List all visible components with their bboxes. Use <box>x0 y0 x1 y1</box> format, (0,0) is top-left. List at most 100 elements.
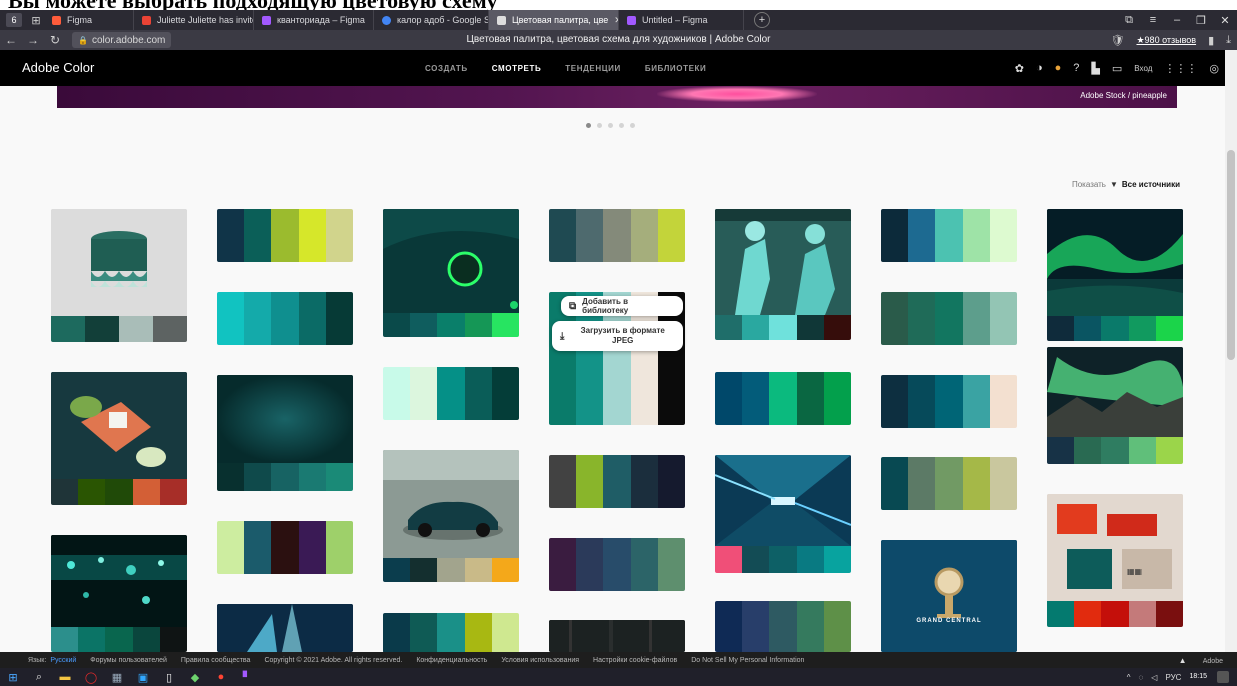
carousel-dot[interactable] <box>586 123 591 128</box>
color-theme-card[interactable] <box>549 209 685 262</box>
apps-grid-icon[interactable]: ⋮⋮⋮ <box>1164 62 1197 75</box>
color-theme-card[interactable] <box>1047 209 1183 341</box>
tab-create[interactable]: СОЗДАТЬ <box>425 64 468 73</box>
color-theme-card[interactable] <box>715 601 851 652</box>
volume-icon[interactable]: ◁ <box>1151 673 1157 682</box>
color-theme-card[interactable] <box>549 620 685 652</box>
tab-explore[interactable]: СМОТРЕТЬ <box>492 64 542 73</box>
color-theme-card[interactable] <box>383 367 519 420</box>
carousel-dot[interactable] <box>619 123 624 128</box>
color-theme-card[interactable] <box>217 209 353 262</box>
menu-icon[interactable]: ≡ <box>1141 14 1165 26</box>
windows-start-icon[interactable]: ⊞ <box>0 671 26 684</box>
color-theme-card[interactable] <box>881 292 1017 345</box>
carousel-dot[interactable] <box>608 123 613 128</box>
carousel-dot[interactable] <box>597 123 602 128</box>
bookmark-icon[interactable]: ▮ <box>1208 34 1214 47</box>
color-theme-card[interactable] <box>383 209 519 337</box>
new-tab-button[interactable]: + <box>754 12 770 28</box>
reviews-link[interactable]: ★980 отзывов <box>1136 35 1196 46</box>
color-wheel-icon[interactable]: ● <box>1055 62 1062 74</box>
help-icon[interactable]: ? <box>1073 62 1079 74</box>
color-theme-card[interactable] <box>217 521 353 574</box>
forward-arrow-icon[interactable]: → <box>22 33 44 47</box>
page-scrollbar[interactable] <box>1225 50 1237 652</box>
color-theme-card[interactable] <box>51 535 187 652</box>
scrollbar-thumb[interactable] <box>1227 150 1235 360</box>
contrast-icon[interactable]: ◑ <box>1036 62 1043 74</box>
chevron-up-icon[interactable]: ^ <box>1127 673 1131 682</box>
color-theme-card[interactable] <box>549 538 685 591</box>
footer-link-forums[interactable]: Форумы пользователей <box>90 657 167 664</box>
footer-link-privacy[interactable]: Конфиденциальность <box>416 657 487 664</box>
lang-indicator[interactable]: РУС <box>1165 673 1181 682</box>
search-icon[interactable]: ⌕ <box>26 671 52 684</box>
footer-link-terms[interactable]: Условия использования <box>501 657 579 664</box>
theme-image <box>383 209 519 313</box>
carousel-dot[interactable] <box>630 123 635 128</box>
yandex-browser-icon[interactable]: ● <box>208 671 234 683</box>
calculator-icon[interactable]: ▦ <box>104 671 130 684</box>
add-to-library-button[interactable]: ⧉ Добавить в библиотеку <box>561 296 683 316</box>
tab-untitled-figma[interactable]: Untitled – Figma <box>619 10 744 30</box>
back-arrow-icon[interactable]: ← <box>0 33 22 47</box>
photoshop-icon[interactable]: ▣ <box>130 671 156 684</box>
color-theme-card[interactable] <box>51 209 187 342</box>
document-icon[interactable]: ▯ <box>156 671 182 684</box>
tab-kvantoriada[interactable]: кванториада – Figma <box>254 10 374 30</box>
download-icon[interactable]: ⤓ <box>1226 34 1231 47</box>
color-theme-card[interactable] <box>217 292 353 345</box>
tab-adobe-color[interactable]: Цветовая палитра, цве ✕ <box>489 10 619 30</box>
settings-icon[interactable]: ✿ <box>1015 62 1024 75</box>
login-link[interactable]: Вход <box>1134 64 1152 73</box>
color-theme-card[interactable] <box>715 455 851 573</box>
color-theme-card[interactable] <box>881 209 1017 262</box>
color-theme-card[interactable] <box>715 372 851 425</box>
collections-icon[interactable]: ⧉ <box>1117 14 1141 27</box>
tabs-panel-icon[interactable]: ⊞ <box>28 13 44 27</box>
language-selector[interactable]: Русский <box>50 657 76 664</box>
color-theme-card[interactable] <box>715 209 851 340</box>
close-window-icon[interactable]: ✕ <box>1213 14 1237 27</box>
color-theme-card[interactable] <box>217 375 353 491</box>
color-theme-card[interactable] <box>217 604 353 652</box>
color-theme-card[interactable] <box>1047 347 1183 464</box>
opera-icon[interactable]: ◯ <box>78 671 104 684</box>
color-theme-card[interactable] <box>51 372 187 505</box>
download-jpeg-button[interactable]: ⤓ Загрузить в формате JPEG <box>552 321 683 351</box>
app-icon[interactable]: ◆ <box>182 671 208 684</box>
brand-logo[interactable]: Adobe Color <box>22 50 94 86</box>
color-theme-card[interactable] <box>881 375 1017 428</box>
tab-count-button[interactable]: 6 <box>6 13 22 27</box>
color-theme-card[interactable]: ▦▦ <box>1047 494 1183 627</box>
restore-icon[interactable]: ❐ <box>1189 14 1213 27</box>
footer-link-do-not-sell[interactable]: Do Not Sell My Personal Information <box>691 657 804 664</box>
footer-link-cookies[interactable]: Настройки cookie-файлов <box>593 657 677 664</box>
file-explorer-icon[interactable]: ▬ <box>52 671 78 683</box>
adobe-logo[interactable]: ▲ Adobe <box>1179 656 1223 665</box>
color-theme-card[interactable]: GRAND CENTRAL <box>881 540 1017 652</box>
source-filter[interactable]: Показать ▼ Все источники <box>1072 180 1180 189</box>
footer-link-guidelines[interactable]: Правила сообщества <box>181 657 251 664</box>
tab-gmail[interactable]: Juliette Juliette has invited <box>134 10 254 30</box>
reload-icon[interactable]: ↻ <box>44 33 66 47</box>
color-theme-card[interactable] <box>383 450 519 582</box>
tab-trends[interactable]: ТЕНДЕНЦИИ <box>565 64 621 73</box>
tab-google-search[interactable]: калор адоб - Google Sear <box>374 10 489 30</box>
library-icon[interactable]: ▙ <box>1091 62 1099 75</box>
color-theme-card[interactable] <box>881 457 1017 510</box>
minimize-icon[interactable]: – <box>1165 14 1189 26</box>
feedback-icon[interactable]: ▭ <box>1112 62 1122 75</box>
tab-libraries[interactable]: БИБЛИОТЕКИ <box>645 64 707 73</box>
hero-banner[interactable]: Adobe Stock / pineapple <box>57 86 1177 108</box>
color-theme-card[interactable] <box>383 613 519 652</box>
creative-cloud-icon[interactable]: ◎ <box>1209 62 1219 75</box>
protect-icon[interactable]: 🛡 <box>1111 34 1125 47</box>
url-field[interactable]: 🔒 color.adobe.com <box>72 32 172 48</box>
clock[interactable]: 18:15 <box>1189 673 1207 681</box>
figma-taskbar-icon[interactable]: ▘ <box>234 671 260 684</box>
notifications-icon[interactable] <box>1217 671 1229 683</box>
network-icon[interactable]: ◌ <box>1139 673 1144 682</box>
tab-figma[interactable]: Figma <box>44 10 134 30</box>
color-theme-card[interactable] <box>549 455 685 508</box>
